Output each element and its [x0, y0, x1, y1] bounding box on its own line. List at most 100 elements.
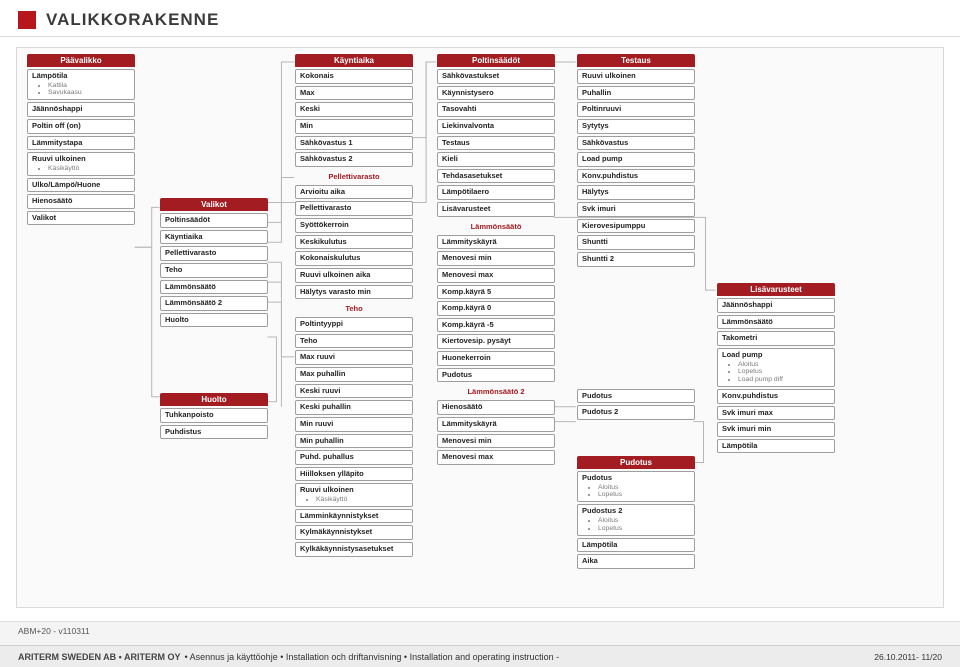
- col-paavalikko: Päävalikko LämpötilaKattilaSavukaasuJään…: [27, 54, 135, 227]
- menu-item: Huonekerroin: [437, 351, 555, 366]
- menu-item: Takometri: [717, 331, 835, 346]
- menu-item: Aika: [577, 554, 695, 569]
- menu-item: Menovesi min: [437, 434, 555, 449]
- col-header: Huolto: [160, 393, 268, 406]
- menu-item: LämpötilaKattilaSavukaasu: [27, 69, 135, 100]
- menu-item: Max: [295, 86, 413, 101]
- menu-item: Lämmönsäätö: [717, 315, 835, 330]
- menu-item-title: Lämmityskäyrä: [442, 420, 550, 429]
- menu-item-title: Puhdistus: [165, 428, 263, 437]
- menu-item: Ruuvi ulkoinenKäsikäyttö: [295, 483, 413, 506]
- menu-item: Svk imuri: [577, 202, 695, 217]
- menu-item-title: Huolto: [165, 316, 263, 325]
- menu-item: Poltintyyppi: [295, 317, 413, 332]
- menu-item-title: Käynnistysero: [442, 89, 550, 98]
- menu-item-title: Jäännöshappi: [32, 105, 130, 114]
- menu-item: Sähkövastus 1: [295, 136, 413, 151]
- menu-item-title: Lämmönsäätö 2: [165, 299, 263, 308]
- menu-item-sublist: AloitusLopetus: [592, 517, 690, 533]
- menu-item: Lämmönsäätö 2: [160, 296, 268, 311]
- menu-item: Ruuvi ulkoinen: [577, 69, 695, 84]
- menu-item: Hienosäätö: [27, 194, 135, 209]
- menu-item-title: Liekinvalvonta: [442, 122, 550, 131]
- menu-item-title: Lämpötila: [582, 541, 690, 550]
- menu-item: Testaus: [437, 136, 555, 151]
- menu-item: Sähkövastus 2: [295, 152, 413, 167]
- menu-item-title: Sähkövastukset: [442, 72, 550, 81]
- menu-item-title: Hiilloksen ylläpito: [300, 470, 408, 479]
- page-footer: ABM+20 - v110311 ARITERM SWEDEN AB • ARI…: [0, 621, 960, 667]
- menu-item-title: Menovesi min: [442, 254, 550, 263]
- menu-item: Shuntti 2: [577, 252, 695, 267]
- menu-item-title: Tasovahti: [442, 105, 550, 114]
- col-poltinsaadot: Poltinsäädöt Sähkövastukset Käynnistysero…: [437, 54, 555, 467]
- menu-item: Menovesi max: [437, 268, 555, 283]
- menu-item-title: Load pump: [582, 155, 690, 164]
- menu-item: Kiertovesip. pysäyt: [437, 334, 555, 349]
- menu-item-sublist: KattilaSavukaasu: [42, 82, 130, 98]
- menu-item: Jäännöshappi: [717, 298, 835, 313]
- menu-item: Puhallin: [577, 86, 695, 101]
- menu-item-title: Kokonais: [300, 72, 408, 81]
- col-header: Valikot: [160, 198, 268, 211]
- menu-item-title: Menovesi min: [442, 437, 550, 446]
- menu-item-title: Kylkäkäynnistysasetukset: [300, 545, 408, 554]
- menu-item-title: Komp.käyrä -5: [442, 321, 550, 330]
- menu-item: Min puhallin: [295, 434, 413, 449]
- menu-item: Hiilloksen ylläpito: [295, 467, 413, 482]
- menu-item-title: Pudotus 2: [582, 408, 690, 417]
- menu-item: Ruuvi ulkoinen aika: [295, 268, 413, 283]
- menu-item-title: Lämmönsäätö: [722, 318, 830, 327]
- menu-item-title: Poltinruuvi: [582, 105, 690, 114]
- menu-item: Keski: [295, 102, 413, 117]
- menu-item-title: Lämmönsäätö: [165, 283, 263, 292]
- menu-item-title: Kiertovesip. pysäyt: [442, 337, 550, 346]
- menu-item: Valikot: [27, 211, 135, 226]
- menu-item-title: Pellettivarasto: [300, 204, 408, 213]
- menu-item: Lämpötilaero: [437, 185, 555, 200]
- menu-item: Lämmönsäätö: [160, 280, 268, 295]
- menu-item: Arvioitu aika: [295, 185, 413, 200]
- menu-item: Lämmityskäyrä: [437, 235, 555, 250]
- section-header: Lämmönsäätö: [437, 219, 555, 233]
- menu-item-title: Lämpötila: [32, 72, 130, 81]
- menu-subitem: Savukaasu: [48, 89, 130, 97]
- menu-item: Kokonais: [295, 69, 413, 84]
- menu-item-title: Pudotus: [582, 474, 690, 483]
- menu-item-title: Load pump: [722, 351, 830, 360]
- menu-item: Poltin off (on): [27, 119, 135, 134]
- menu-item-title: Svk imuri: [582, 205, 690, 214]
- menu-subitem: Lopetus: [738, 368, 830, 376]
- menu-item-title: Keski puhallin: [300, 403, 408, 412]
- menu-item: PudotusAloitusLopetus: [577, 471, 695, 502]
- menu-item-sublist: Käsikäyttö: [42, 165, 130, 173]
- menu-item: Poltinruuvi: [577, 102, 695, 117]
- menu-item-title: Lämpötilaero: [442, 188, 550, 197]
- menu-item-title: Shuntti: [582, 238, 690, 247]
- menu-item-title: Sähkövastus 1: [300, 139, 408, 148]
- menu-item: Shuntti: [577, 235, 695, 250]
- col-testaus: Testaus Ruuvi ulkoinenPuhallinPoltinruuv…: [577, 54, 695, 422]
- menu-item: Jäännöshappi: [27, 102, 135, 117]
- menu-item: Max ruuvi: [295, 350, 413, 365]
- menu-item-title: Ulko/Lämpö/Huone: [32, 181, 130, 190]
- menu-item: Hienosäätö: [437, 400, 555, 415]
- menu-item-title: Kokonaiskulutus: [300, 254, 408, 263]
- menu-item: Pudotus: [437, 368, 555, 383]
- menu-item: Pudostus 2AloitusLopetus: [577, 504, 695, 535]
- menu-item-title: Komp.käyrä 5: [442, 288, 550, 297]
- menu-item-title: Lämmitystapa: [32, 139, 130, 148]
- menu-item-sublist: Käsikäyttö: [310, 496, 408, 504]
- menu-item: Hälytys varasto min: [295, 285, 413, 300]
- section-header: Lämmönsäätö 2: [437, 384, 555, 398]
- menu-item: Menovesi min: [437, 251, 555, 266]
- menu-item-title: Keski: [300, 105, 408, 114]
- col-header: Poltinsäädöt: [437, 54, 555, 67]
- menu-item: Lämpötila: [577, 538, 695, 553]
- menu-item: Poltinsäädöt: [160, 213, 268, 228]
- menu-item: Liekinvalvonta: [437, 119, 555, 134]
- menu-item: Puhd. puhallus: [295, 450, 413, 465]
- menu-item-title: Max: [300, 89, 408, 98]
- menu-item-title: Max puhallin: [300, 370, 408, 379]
- menu-item-title: Kieli: [442, 155, 550, 164]
